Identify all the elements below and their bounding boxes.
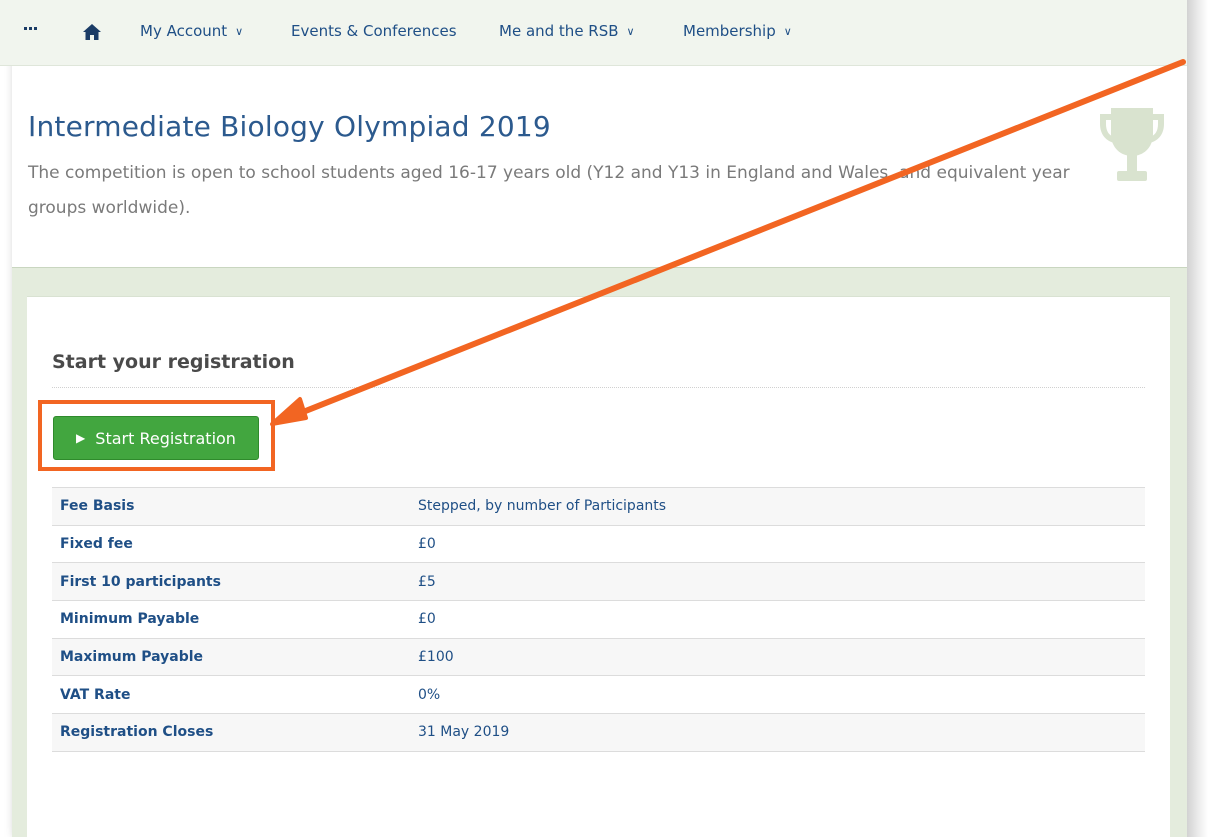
chevron-down-icon: ∨: [235, 24, 244, 38]
nav-my-account-label: My Account: [140, 22, 228, 40]
event-header: Intermediate Biology Olympiad 2019 The c…: [12, 66, 1187, 268]
nav-me-and-the-rsb[interactable]: Me and the RSB ∨: [499, 22, 635, 40]
trophy-icon: [1100, 108, 1164, 181]
table-row: VAT Rate 0%: [52, 675, 1145, 714]
table-row: Fee Basis Stepped, by number of Particip…: [52, 487, 1145, 526]
event-description: The competition is open to school studen…: [28, 163, 1070, 218]
section-divider: [52, 387, 1145, 388]
fee-label: Registration Closes: [52, 713, 410, 752]
table-row: Fixed fee £0: [52, 524, 1145, 563]
nav-events-conferences[interactable]: Events & Conferences: [291, 22, 457, 40]
start-registration-button[interactable]: ▶ Start Registration: [53, 416, 259, 460]
chevron-down-icon: ∨: [783, 24, 792, 38]
fee-value: £0: [410, 600, 1145, 639]
fee-label: Minimum Payable: [52, 600, 410, 639]
fee-label: Fixed fee: [52, 524, 410, 563]
fee-label: First 10 participants: [52, 562, 410, 601]
fee-table: Fee Basis Stepped, by number of Particip…: [52, 487, 1145, 752]
ellipsis-icon[interactable]: [24, 27, 37, 30]
fee-label: Maximum Payable: [52, 637, 410, 676]
table-row: Minimum Payable £0: [52, 600, 1145, 639]
fee-value: £0: [410, 524, 1145, 563]
home-icon[interactable]: [82, 23, 102, 41]
fee-value: £5: [410, 562, 1145, 601]
fee-value: Stepped, by number of Participants: [410, 487, 1145, 526]
fee-label: VAT Rate: [52, 675, 410, 714]
nav-me-rsb-label: Me and the RSB: [499, 22, 619, 40]
nav-my-account[interactable]: My Account ∨: [140, 22, 243, 40]
fee-value: £100: [410, 637, 1145, 676]
top-nav-bar: My Account ∨ Events & Conferences Me and…: [0, 0, 1187, 66]
section-title: Start your registration: [52, 351, 295, 373]
nav-events-label: Events & Conferences: [291, 22, 457, 40]
chevron-down-icon: ∨: [626, 24, 635, 38]
table-row: Maximum Payable £100: [52, 637, 1145, 676]
start-registration-label: Start Registration: [95, 428, 236, 448]
table-row: Registration Closes 31 May 2019: [52, 713, 1145, 752]
registration-card: Start your registration ▶ Start Registra…: [27, 296, 1170, 837]
window-shadow: [1187, 0, 1208, 837]
table-row: First 10 participants £5: [52, 562, 1145, 601]
fee-label: Fee Basis: [52, 487, 410, 526]
page-title: Intermediate Biology Olympiad 2019: [28, 110, 551, 143]
nav-membership[interactable]: Membership ∨: [683, 22, 792, 40]
fee-value: 31 May 2019: [410, 713, 1145, 752]
nav-membership-label: Membership: [683, 22, 776, 40]
fee-value: 0%: [410, 675, 1145, 714]
play-icon: ▶: [76, 431, 86, 445]
